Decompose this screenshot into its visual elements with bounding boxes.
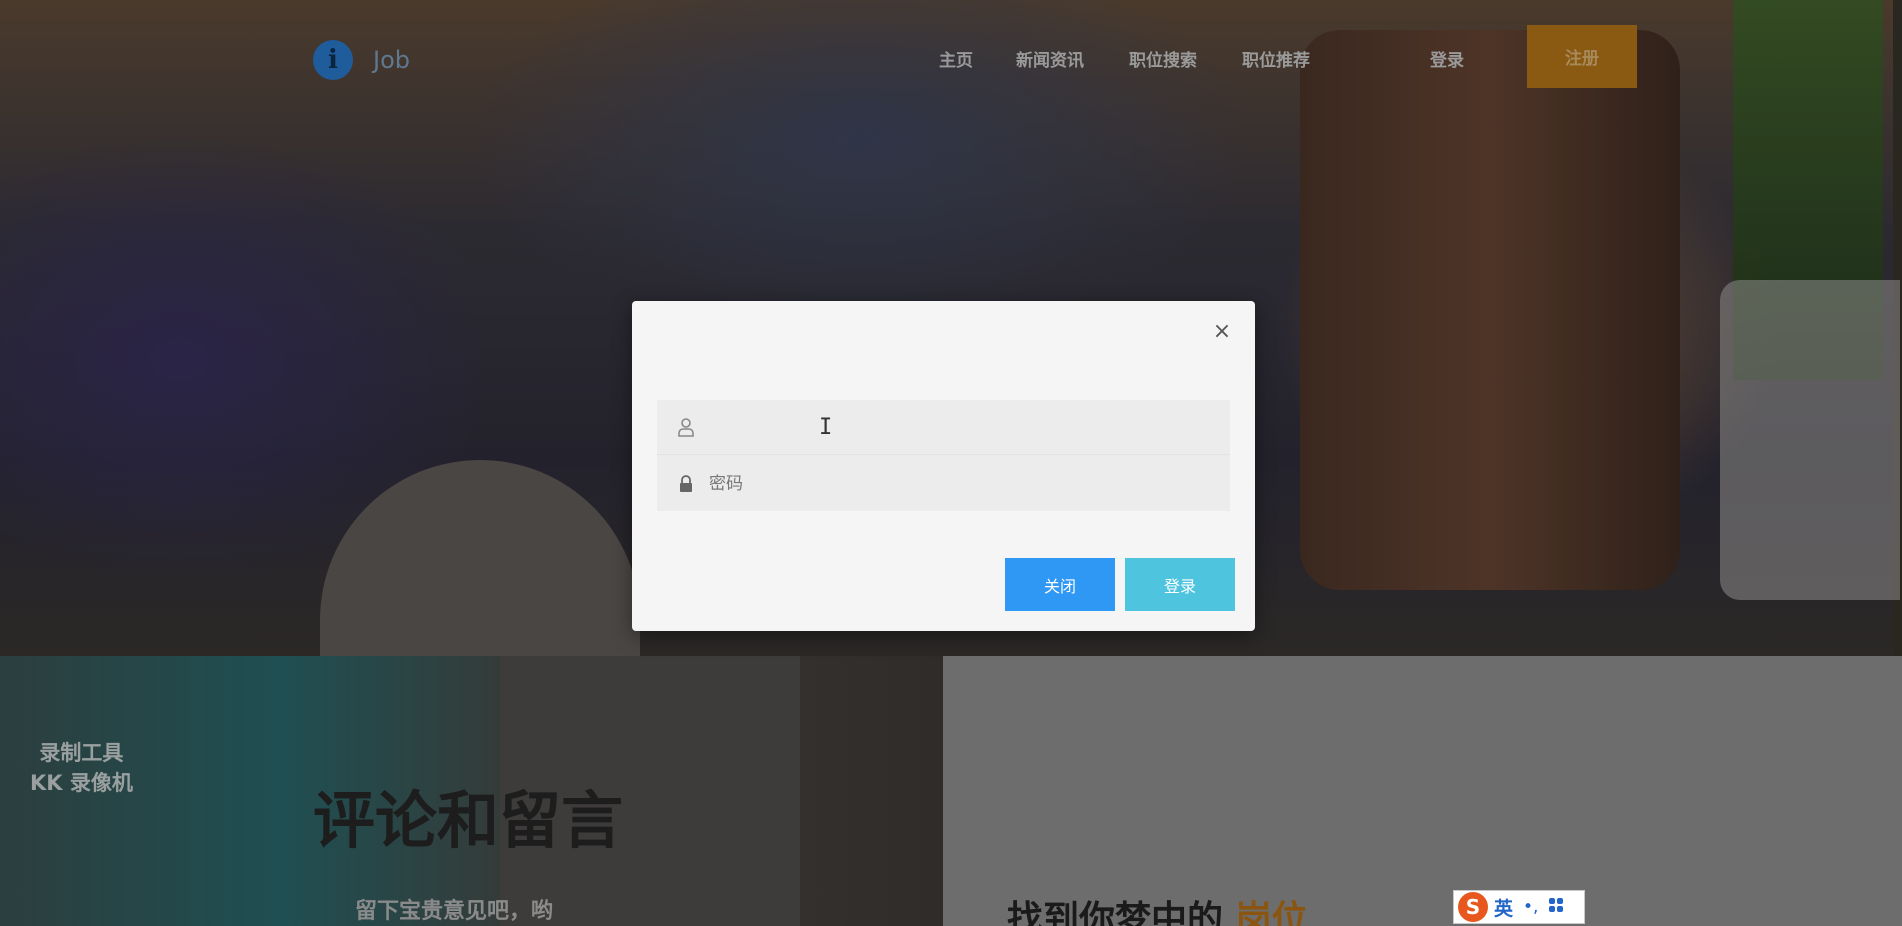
close-button[interactable]: 关闭 <box>1005 558 1115 611</box>
logo-text: Job <box>373 46 410 74</box>
comments-subtitle: 留下宝贵意见吧，哟 <box>355 899 554 924</box>
job-title-accent: 岗位 <box>1235 899 1308 926</box>
site-logo[interactable]: i Job <box>313 40 410 80</box>
nav-item-news[interactable]: 新闻资讯 <box>1016 46 1084 71</box>
watermark-line-1: 录制工具 <box>39 741 124 765</box>
saucer-image <box>1720 280 1900 600</box>
login-button[interactable]: 登录 <box>1125 558 1235 611</box>
ime-grid-icon[interactable] <box>1548 897 1564 918</box>
login-modal: × 关闭 登录 <box>632 301 1255 631</box>
login-form <box>657 400 1230 511</box>
nav-item-home[interactable]: 主页 <box>939 46 973 71</box>
cup-image <box>320 460 640 660</box>
username-input[interactable] <box>709 407 1209 447</box>
job-title-prefix: 找到你梦中的 <box>1007 899 1224 926</box>
comments-title: 评论和留言 <box>313 784 624 857</box>
recorder-watermark: 录制工具 KK 录像机 <box>30 738 133 798</box>
password-input[interactable] <box>709 463 1209 504</box>
lock-icon <box>677 474 695 493</box>
user-icon <box>677 417 695 437</box>
top-navbar: i Job 主页 新闻资讯 职位搜索 职位推荐 登录 注册 <box>0 0 1893 110</box>
register-button[interactable]: 注册 <box>1527 25 1637 88</box>
watermark-line-2: KK 录像机 <box>30 771 133 795</box>
ime-toolbar[interactable]: S 英 •, <box>1453 890 1585 924</box>
password-field-row <box>657 456 1230 511</box>
nav-login-link[interactable]: 登录 <box>1430 46 1464 71</box>
job-section-bg <box>943 656 1902 926</box>
ime-mode-toggle[interactable]: 英 <box>1494 894 1513 921</box>
info-logo-icon: i <box>313 40 353 80</box>
mug-decoration <box>1320 220 1480 480</box>
close-icon[interactable]: × <box>1211 321 1233 343</box>
ime-punctuation-toggle[interactable]: •, <box>1523 897 1538 917</box>
job-section-title: 找到你梦中的 岗位 <box>1007 890 1308 926</box>
username-field-row <box>657 400 1230 455</box>
text-cursor-icon: I <box>819 415 833 440</box>
nav-item-job-recommend[interactable]: 职位推荐 <box>1242 46 1310 71</box>
sogou-logo-icon[interactable]: S <box>1458 892 1488 922</box>
nav-item-job-search[interactable]: 职位搜索 <box>1129 46 1197 71</box>
